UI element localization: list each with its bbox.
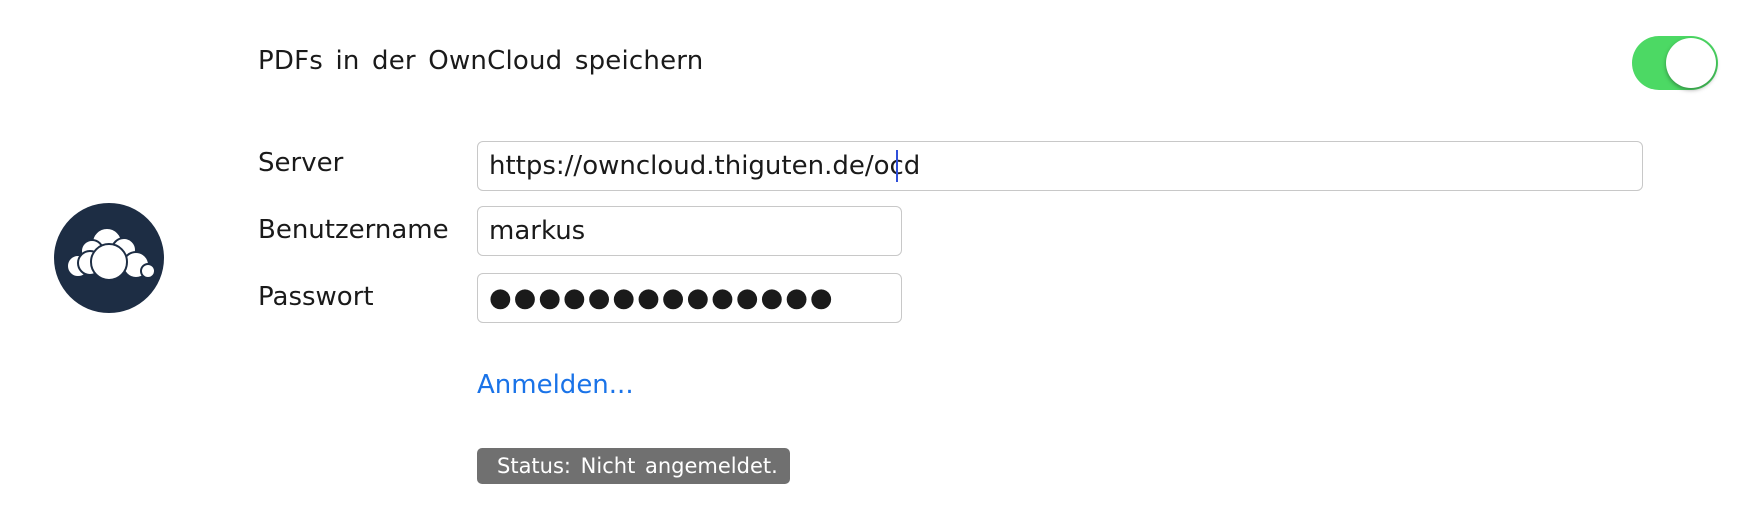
save-pdfs-label: PDFs in der OwnCloud speichern <box>258 46 704 76</box>
text-caret <box>896 150 898 182</box>
server-input[interactable] <box>477 141 1643 191</box>
toggle-knob <box>1666 38 1716 88</box>
server-label: Server <box>258 148 344 178</box>
owncloud-settings-page: PDFs in der OwnCloud speichern Server Be… <box>0 0 1758 517</box>
login-link[interactable]: Anmelden... <box>477 370 634 400</box>
username-input[interactable] <box>477 206 902 256</box>
save-pdfs-toggle[interactable] <box>1632 36 1718 90</box>
username-label: Benutzername <box>258 215 449 245</box>
status-badge: Status: Nicht angemeldet. <box>477 448 790 484</box>
password-input[interactable] <box>477 273 902 323</box>
owncloud-logo-icon <box>54 203 164 313</box>
password-label: Passwort <box>258 282 374 312</box>
